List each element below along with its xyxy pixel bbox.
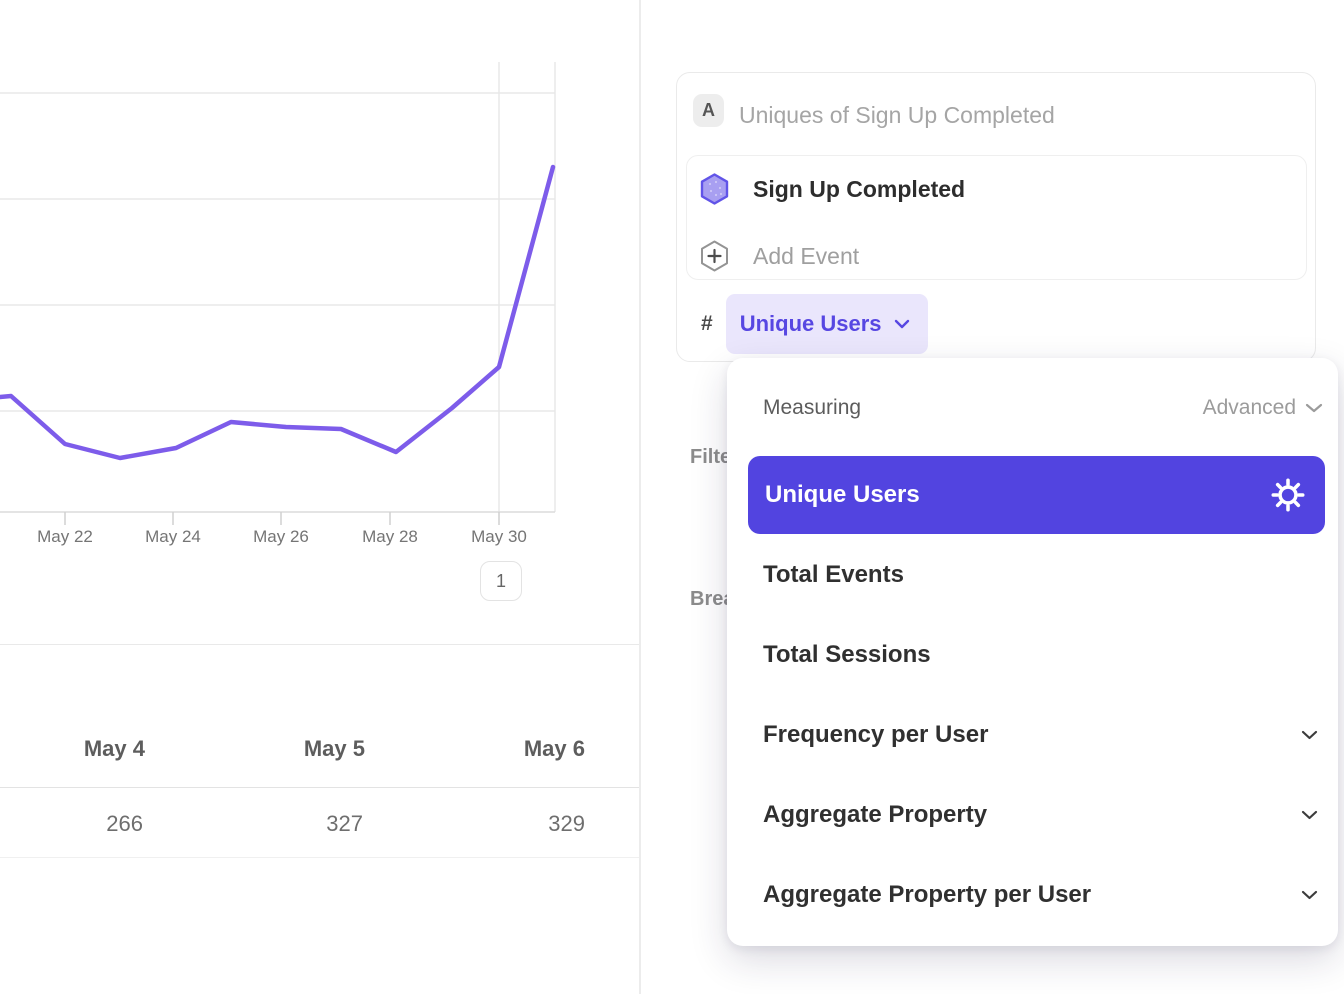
- menu-item-label: Unique Users: [765, 481, 920, 509]
- x-tick-label: May 24: [118, 527, 228, 547]
- metric-selector-button[interactable]: Unique Users: [726, 294, 928, 354]
- menu-item-total-sessions[interactable]: Total Sessions: [727, 615, 1338, 695]
- table-cell-value: 327: [233, 811, 363, 837]
- event-card: Sign Up Completed Add Event: [686, 155, 1307, 280]
- menu-item-label: Total Events: [763, 561, 904, 589]
- menu-item-aggregate-property[interactable]: Aggregate Property: [727, 775, 1338, 855]
- chart-gridlines: [0, 62, 555, 512]
- query-series-card: A Uniques of Sign Up Completed Sign Up C…: [676, 72, 1316, 362]
- x-tick-label: May 22: [10, 527, 120, 547]
- menu-item-total-events[interactable]: Total Events: [727, 535, 1338, 615]
- chevron-down-icon: [1301, 810, 1318, 820]
- chevron-down-icon: [1305, 403, 1323, 413]
- table-cell-value: 329: [455, 811, 585, 837]
- add-event-hexagon-icon: [700, 240, 729, 272]
- metric-selector-value: Unique Users: [740, 311, 882, 337]
- chart-axis-ticks: [65, 512, 499, 525]
- measuring-label: Measuring: [763, 396, 861, 420]
- series-letter-badge: A: [693, 94, 724, 127]
- table-column-header: May 5: [235, 736, 365, 762]
- chevron-down-icon: [1301, 890, 1318, 900]
- chart-series-line[interactable]: [0, 167, 553, 458]
- table-row-divider: [0, 857, 639, 858]
- menu-item-label: Aggregate Property: [763, 801, 987, 829]
- x-tick-label: May 28: [335, 527, 445, 547]
- event-hexagon-icon: [700, 173, 729, 205]
- add-event-label: Add Event: [753, 243, 859, 270]
- menu-item-label: Total Sessions: [763, 641, 931, 669]
- measuring-mode-toggle[interactable]: Advanced: [1203, 396, 1323, 420]
- chart-annotation-badge[interactable]: 1: [480, 561, 522, 601]
- metric-hash-icon: #: [701, 312, 713, 336]
- chevron-down-icon: [894, 319, 910, 329]
- table-header-divider: [0, 787, 639, 788]
- measuring-dropdown-menu: Measuring Advanced Unique Users: [727, 358, 1338, 946]
- table-column-header: May 4: [15, 736, 145, 762]
- panel-divider: [639, 0, 641, 994]
- menu-item-label: Aggregate Property per User: [763, 881, 1091, 909]
- event-name-label: Sign Up Completed: [753, 176, 965, 203]
- gear-icon[interactable]: [1271, 478, 1305, 512]
- add-event-button[interactable]: Add Event: [700, 239, 859, 273]
- measuring-header-row: Measuring Advanced: [763, 396, 1323, 420]
- menu-item-aggregate-property-per-user[interactable]: Aggregate Property per User: [727, 855, 1338, 935]
- table-column-header: May 6: [455, 736, 585, 762]
- insights-app: May 22 May 24 May 26 May 28 May 30 1 May…: [0, 0, 1344, 994]
- menu-item-label: Frequency per User: [763, 721, 988, 749]
- series-title: Uniques of Sign Up Completed: [739, 102, 1055, 129]
- table-cell-value: 266: [13, 811, 143, 837]
- metric-row: # Unique Users: [701, 294, 928, 354]
- menu-item-unique-users[interactable]: Unique Users: [748, 456, 1325, 534]
- divider: [0, 644, 640, 645]
- event-row[interactable]: Sign Up Completed: [700, 172, 965, 206]
- x-tick-label: May 30: [444, 527, 554, 547]
- line-chart: [0, 0, 640, 650]
- measuring-mode-value: Advanced: [1203, 396, 1296, 420]
- x-tick-label: May 26: [226, 527, 336, 547]
- chevron-down-icon: [1301, 730, 1318, 740]
- menu-item-frequency-per-user[interactable]: Frequency per User: [727, 695, 1338, 775]
